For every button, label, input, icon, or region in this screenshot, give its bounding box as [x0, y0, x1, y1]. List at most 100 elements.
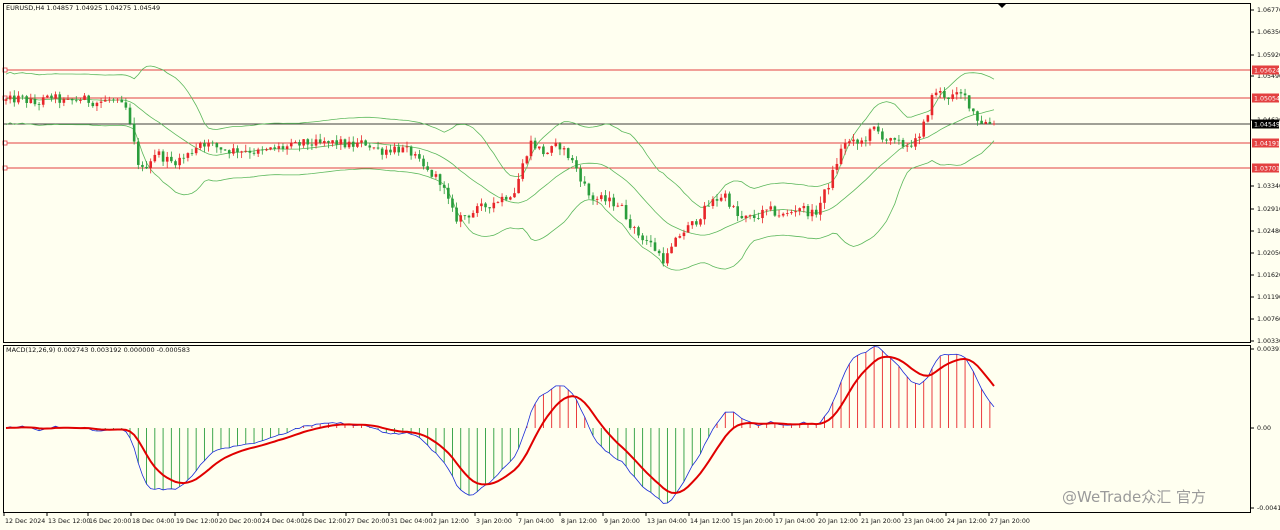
bullish-candle — [459, 215, 463, 222]
bearish-candle — [901, 139, 905, 147]
time-tick-label: 24 Jan 12:00 — [947, 518, 987, 525]
bullish-candle — [314, 139, 318, 146]
bearish-candle — [967, 95, 971, 109]
time-tick-label: 13 Dec 12:00 — [48, 518, 90, 525]
bearish-candle — [980, 120, 983, 124]
bearish-candle — [87, 95, 90, 103]
price-tick-label: 1.01190 — [1257, 294, 1280, 301]
bearish-candle — [533, 140, 537, 149]
bullish-candle — [703, 205, 706, 220]
bullish-candle — [492, 202, 496, 209]
bearish-candle — [219, 147, 223, 150]
bullish-candle — [244, 150, 248, 152]
bearish-candle — [12, 95, 16, 103]
bullish-candle — [955, 92, 959, 95]
bullish-candle — [819, 202, 822, 215]
bearish-candle — [203, 143, 206, 147]
bullish-candle — [744, 215, 748, 219]
bullish-candle — [711, 199, 715, 206]
bearish-candle — [310, 144, 314, 146]
bearish-candle — [50, 95, 53, 99]
bullish-candle — [852, 139, 855, 142]
bearish-candle — [752, 215, 756, 219]
bullish-candle — [914, 138, 917, 147]
bearish-candle — [438, 174, 442, 185]
level-price-label: 1.05624 — [1254, 67, 1280, 74]
bullish-candle — [699, 219, 702, 225]
level-price-label: 1.04549 — [1254, 121, 1280, 128]
price-tick-label: 1.02480 — [1257, 228, 1280, 235]
bearish-candle — [571, 158, 574, 161]
time-tick-label: 7 Jan 04:00 — [518, 518, 554, 525]
bearish-candle — [558, 143, 562, 150]
bullish-candle — [331, 140, 334, 143]
price-tick-label: 1.02910 — [1257, 206, 1280, 213]
bearish-candle — [25, 96, 28, 103]
bearish-candle — [174, 161, 177, 166]
bullish-candle — [149, 161, 152, 169]
bullish-candle — [934, 92, 938, 96]
bearish-candle — [856, 139, 859, 144]
bearish-candle — [182, 157, 186, 159]
time-tick-label: 20 Dec 20:00 — [219, 518, 261, 525]
bullish-candle — [765, 209, 768, 211]
symbol-header: EURUSD,H4 1.04857 1.04925 1.04275 1.0454… — [6, 4, 160, 12]
bearish-candle — [318, 139, 322, 143]
time-tick-label: 27 Jan 20:00 — [990, 518, 1030, 525]
bearish-candle — [273, 147, 277, 149]
bullish-candle — [232, 148, 235, 154]
bullish-candle — [480, 203, 483, 207]
bearish-candle — [418, 154, 421, 159]
bullish-candle — [872, 126, 876, 130]
bullish-candle — [521, 163, 525, 179]
time-tick-label: 16 Dec 20:00 — [89, 518, 131, 525]
bullish-candle — [500, 196, 504, 203]
price-tick-label: 1.02050 — [1257, 250, 1280, 257]
bullish-candle — [116, 99, 119, 101]
level-price-label: 1.05054 — [1254, 95, 1280, 102]
bullish-candle — [17, 95, 20, 103]
bullish-candle — [517, 178, 520, 194]
bearish-candle — [380, 148, 384, 155]
bullish-candle — [670, 246, 673, 254]
bearish-candle — [484, 203, 487, 208]
bullish-candle — [823, 189, 826, 203]
bearish-candle — [773, 206, 777, 216]
bullish-candle — [513, 193, 516, 198]
bullish-candle — [554, 143, 558, 147]
bearish-candle — [33, 98, 37, 105]
bearish-candle — [376, 147, 380, 149]
bullish-candle — [905, 145, 909, 147]
time-tick-label: 26 Dec 12:00 — [304, 518, 346, 525]
price-tick-label: 1.06770 — [1257, 7, 1280, 14]
bearish-candle — [910, 145, 913, 147]
bullish-candle — [269, 147, 272, 150]
bearish-candle — [170, 156, 173, 162]
price-tick-label: 1.00760 — [1257, 316, 1280, 323]
bearish-candle — [814, 209, 818, 215]
bullish-candle — [4, 99, 8, 101]
bearish-candle — [389, 149, 392, 153]
trading-chart[interactable]: EURUSD,H4 1.04857 1.04925 1.04275 1.0454… — [0, 0, 1280, 530]
bullish-candle — [95, 102, 99, 107]
bullish-candle — [562, 148, 566, 150]
bullish-candle — [682, 232, 686, 237]
bullish-candle — [992, 123, 996, 125]
bearish-candle — [327, 141, 330, 143]
bearish-candle — [141, 164, 144, 167]
chart-background — [0, 0, 1280, 530]
bullish-candle — [240, 151, 243, 153]
bearish-candle — [120, 99, 124, 103]
price-tick-label: 1.00330 — [1257, 338, 1280, 345]
time-tick-label: 17 Jan 04:00 — [775, 518, 815, 525]
bearish-candle — [976, 111, 979, 121]
bullish-candle — [207, 142, 210, 147]
bearish-candle — [409, 146, 413, 156]
bearish-candle — [645, 240, 649, 241]
bullish-candle — [401, 147, 405, 153]
bearish-candle — [132, 123, 136, 142]
time-tick-label: 18 Dec 04:00 — [132, 518, 174, 525]
bullish-candle — [984, 121, 988, 124]
bullish-candle — [66, 99, 70, 100]
level-price-label: 1.03701 — [1254, 165, 1280, 172]
